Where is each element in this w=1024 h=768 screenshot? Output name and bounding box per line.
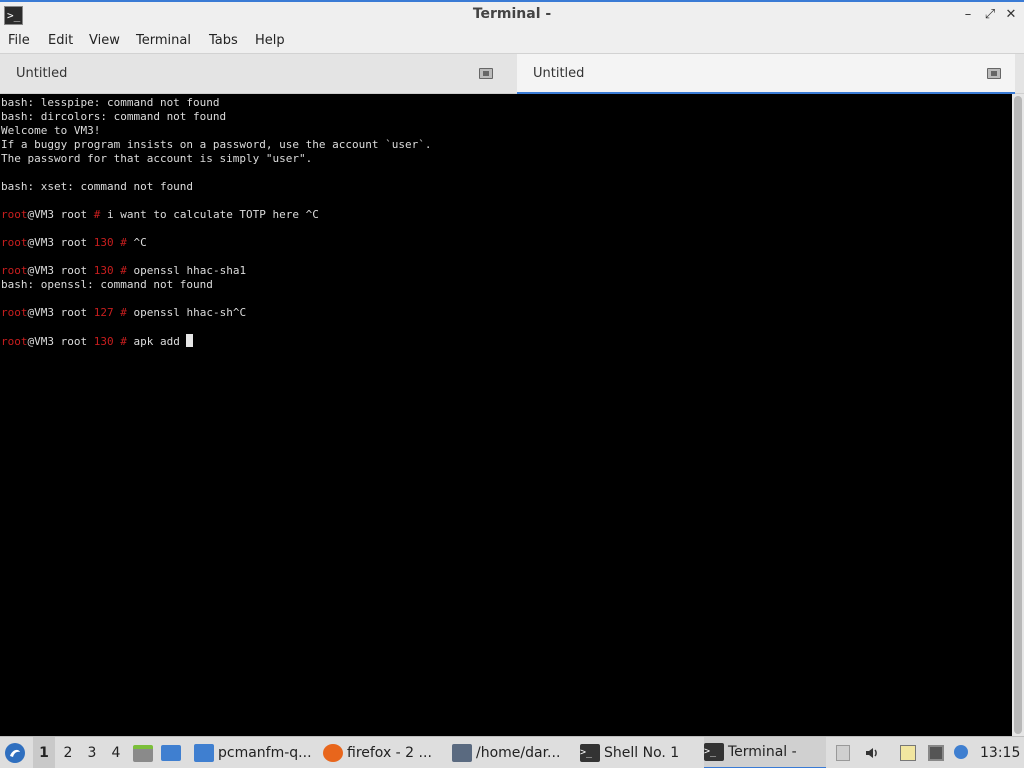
prompt-host: @VM3 root xyxy=(27,335,94,348)
shell-icon: >_ xyxy=(580,744,600,762)
prompt-command: apk add xyxy=(133,335,187,348)
minimize-button[interactable]: – xyxy=(960,6,976,24)
terminal-view[interactable]: bash: lesspipe: command not found bash: … xyxy=(0,94,1012,736)
terminal-prompt-line: root@VM3 root 130 # ^C xyxy=(1,236,147,249)
terminal-prompt-line: root@VM3 root 130 # apk add xyxy=(1,334,194,348)
prompt-hash: # xyxy=(120,236,134,249)
prompt-exit-code: 130 xyxy=(93,236,121,249)
desktop-icon xyxy=(161,745,181,761)
prompt-command: openssl hhac-sh^C xyxy=(133,306,247,319)
task-label: pcmanfm-q... xyxy=(218,745,312,761)
task-shell-no-1[interactable]: >_ Shell No. 1 xyxy=(580,737,702,768)
start-menu-button[interactable] xyxy=(4,737,30,768)
prompt-host: @VM3 root xyxy=(27,208,94,221)
prompt-host: @VM3 root xyxy=(27,236,94,249)
terminal-prompt-line: root@VM3 root 127 # openssl hhac-sh^C xyxy=(1,306,246,319)
prompt-hash: # xyxy=(120,306,134,319)
show-desktop-button[interactable] xyxy=(161,737,183,768)
window-titlebar[interactable]: >_ Terminal - – ⤢ ✕ xyxy=(0,0,1024,30)
tab-untitled-1[interactable]: Untitled xyxy=(0,54,508,95)
task-label: Shell No. 1 xyxy=(604,745,680,761)
terminal-prompt-line: root@VM3 root 130 # openssl hhac-sha1 xyxy=(1,264,246,277)
app-launcher-icon xyxy=(5,743,25,763)
prompt-user: root xyxy=(1,335,28,348)
tab-bar: Untitled Untitled xyxy=(0,53,1024,95)
file-manager-launcher[interactable] xyxy=(133,737,155,768)
tab-untitled-2[interactable]: Untitled xyxy=(517,54,1015,95)
tab-close-icon[interactable] xyxy=(987,68,1001,79)
prompt-user: root xyxy=(1,208,28,221)
task-pcmanfm[interactable]: pcmanfm-q... xyxy=(194,737,316,768)
task-label: firefox - 2 ... xyxy=(347,745,432,761)
scroll-up-icon[interactable] xyxy=(836,745,850,761)
menu-edit[interactable]: Edit xyxy=(48,33,73,48)
task-label: /home/dar... xyxy=(476,745,561,761)
task-label: Terminal - xyxy=(728,744,797,760)
terminal-line: bash: xset: command not found xyxy=(1,180,194,193)
terminal-icon: >_ xyxy=(704,743,724,761)
terminal-line: If a buggy program insists on a password… xyxy=(1,138,432,151)
terminal-scrollbar[interactable] xyxy=(1012,94,1024,736)
clipboard-icon[interactable] xyxy=(900,745,916,761)
workspace-3[interactable]: 3 xyxy=(81,737,103,768)
workspace-4[interactable]: 4 xyxy=(105,737,127,768)
taskbar: 1 2 3 4 pcmanfm-q... firefox - 2 ... /ho… xyxy=(0,736,1024,768)
tab-label: Untitled xyxy=(533,66,585,81)
terminal-line: bash: lesspipe: command not found xyxy=(1,96,220,109)
window-title: Terminal - xyxy=(472,6,552,22)
folder-icon xyxy=(194,744,214,762)
tab-label: Untitled xyxy=(16,66,68,81)
prompt-command: ^C xyxy=(133,236,147,249)
task-editor[interactable]: /home/dar... xyxy=(452,737,574,768)
scrollbar-thumb[interactable] xyxy=(1014,96,1022,734)
task-terminal[interactable]: >_ Terminal - xyxy=(704,737,826,768)
prompt-host: @VM3 root xyxy=(27,306,94,319)
archive-icon xyxy=(133,745,153,762)
terminal-prompt-line: root@VM3 root # i want to calculate TOTP… xyxy=(1,208,319,221)
workspace-2[interactable]: 2 xyxy=(57,737,79,768)
info-icon[interactable] xyxy=(954,745,968,759)
terminal-cursor xyxy=(186,334,194,347)
clock[interactable]: 13:15 xyxy=(980,737,1020,768)
close-window-button[interactable]: ✕ xyxy=(1003,6,1019,24)
prompt-exit-code: 130 xyxy=(93,335,121,348)
prompt-exit-code: 130 xyxy=(93,264,121,277)
volume-icon[interactable] xyxy=(864,745,880,761)
terminal-line: Welcome to VM3! xyxy=(1,124,101,137)
prompt-command: i want to calculate TOTP here ^C xyxy=(106,208,319,221)
maximize-button[interactable]: ⤢ xyxy=(982,6,998,24)
prompt-host: @VM3 root xyxy=(27,264,94,277)
menu-help[interactable]: Help xyxy=(255,33,285,48)
menu-view[interactable]: View xyxy=(89,33,120,48)
prompt-hash: # xyxy=(93,208,107,221)
task-firefox[interactable]: firefox - 2 ... xyxy=(323,737,445,768)
prompt-user: root xyxy=(1,264,28,277)
prompt-user: root xyxy=(1,236,28,249)
prompt-user: root xyxy=(1,306,28,319)
menu-bar: File Edit View Terminal Tabs Help xyxy=(0,30,1024,53)
network-icon[interactable] xyxy=(928,745,944,761)
terminal-line: The password for that account is simply … xyxy=(1,152,313,165)
prompt-exit-code: 127 xyxy=(93,306,121,319)
prompt-command: openssl hhac-sha1 xyxy=(133,264,247,277)
terminal-output: bash: lesspipe: command not found bash: … xyxy=(1,96,431,349)
terminal-line: bash: openssl: command not found xyxy=(1,278,213,291)
prompt-hash: # xyxy=(120,264,134,277)
menu-file[interactable]: File xyxy=(8,33,30,48)
editor-icon xyxy=(452,744,472,762)
terminal-line: bash: dircolors: command not found xyxy=(1,110,227,123)
menu-tabs[interactable]: Tabs xyxy=(209,33,238,48)
menu-terminal[interactable]: Terminal xyxy=(136,33,191,48)
firefox-icon xyxy=(323,744,343,762)
tab-close-icon[interactable] xyxy=(479,68,493,79)
workspace-1[interactable]: 1 xyxy=(33,737,55,768)
prompt-hash: # xyxy=(120,335,134,348)
